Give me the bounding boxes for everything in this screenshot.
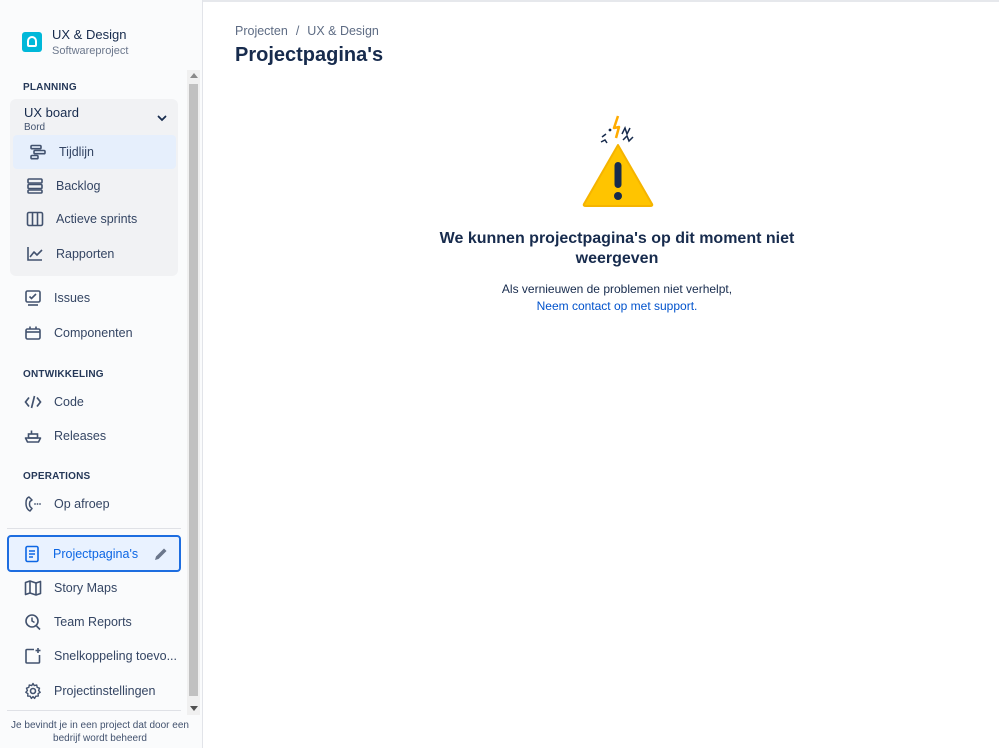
scroll-down-arrow-icon[interactable] — [190, 706, 198, 711]
project-name: UX & Design — [52, 27, 127, 42]
sidebar-divider — [7, 528, 181, 529]
add-shortcut-icon — [22, 645, 44, 667]
sidebar-item-label: Issues — [54, 291, 91, 305]
breadcrumb-item-projecten[interactable]: Projecten — [235, 24, 288, 38]
timeline-icon — [27, 141, 49, 163]
sidebar-item-projectinstellingen[interactable]: Projectinstellingen — [10, 674, 178, 708]
team-report-icon — [22, 611, 44, 633]
sidebar-item-label: Releases — [54, 429, 107, 443]
backlog-icon — [24, 175, 46, 197]
error-text: Als vernieuwen de problemen niet verhelp… — [501, 282, 733, 296]
board-columns-icon — [24, 208, 46, 230]
sidebar-item-tijdlijn[interactable]: Tijdlijn — [13, 135, 176, 169]
sidebar-item-label: Op afroep — [54, 497, 110, 511]
sidebar-item-label: Team Reports — [54, 615, 132, 629]
sidebar-scrollbar[interactable] — [187, 70, 200, 715]
support-line: Neem contact op met support. — [410, 299, 824, 313]
section-planning: PLANNING — [23, 82, 77, 93]
error-title: We kunnen projectpagina's op dit moment … — [439, 230, 795, 267]
sidebar-footer-divider — [7, 710, 181, 711]
chart-line-icon — [24, 243, 46, 265]
page-title: Projectpagina's — [235, 44, 384, 66]
component-icon — [22, 322, 44, 344]
pencil-icon[interactable] — [153, 546, 169, 562]
sidebar-item-snelkoppeling[interactable]: Snelkoppeling toevo... — [10, 639, 178, 673]
scroll-thumb[interactable] — [189, 84, 198, 696]
board-name[interactable]: UX board — [24, 105, 79, 120]
project-header[interactable]: UX & Design Softwareproject — [0, 20, 200, 64]
support-link-suffix: . — [694, 299, 698, 313]
section-operations: OPERATIONS — [23, 471, 91, 482]
managed-project-note: Je bevindt je in een project dat door ee… — [11, 720, 189, 744]
gear-icon — [22, 680, 44, 702]
sidebar-item-label: Rapporten — [56, 247, 115, 261]
breadcrumb-item-project[interactable]: UX & Design — [307, 24, 379, 38]
sidebar-item-projectpaginas[interactable]: Projectpagina's — [7, 535, 181, 572]
phone-icon — [22, 493, 44, 515]
sidebar-item-backlog[interactable]: Backlog — [10, 169, 178, 203]
project-type: Softwareproject — [52, 45, 129, 57]
breadcrumb-separator: / — [295, 24, 300, 38]
sidebar: UX & Design Softwareproject PLANNING UX … — [0, 0, 203, 748]
sidebar-item-label: Projectinstellingen — [54, 684, 156, 698]
scroll-up-arrow-icon[interactable] — [190, 73, 198, 78]
sidebar-item-actieve-sprints[interactable]: Actieve sprints — [10, 202, 178, 236]
sidebar-item-label: Tijdlijn — [59, 145, 94, 159]
ship-icon — [22, 425, 44, 447]
sidebar-item-label: Story Maps — [54, 581, 118, 595]
breadcrumb: Projecten / UX & Design — [235, 24, 379, 38]
sidebar-item-releases[interactable]: Releases — [10, 419, 178, 453]
page-icon — [21, 543, 43, 565]
project-avatar — [22, 32, 42, 52]
sidebar-item-label: Actieve sprints — [56, 212, 138, 226]
sidebar-item-label: Backlog — [56, 179, 101, 193]
warning-icon — [582, 115, 654, 207]
map-icon — [22, 577, 44, 599]
sidebar-item-label: Componenten — [54, 326, 133, 340]
sidebar-item-issues[interactable]: Issues — [10, 281, 178, 315]
sidebar-item-story-maps[interactable]: Story Maps — [10, 571, 178, 605]
chevron-down-icon[interactable] — [156, 112, 168, 124]
sidebar-item-label: Code — [54, 395, 84, 409]
sidebar-item-componenten[interactable]: Componenten — [10, 316, 178, 350]
issues-icon — [22, 287, 44, 309]
sidebar-item-label: Projectpagina's — [53, 546, 139, 561]
section-ontwikkeling: ONTWIKKELING — [23, 369, 104, 380]
sidebar-item-rapporten[interactable]: Rapporten — [10, 237, 178, 271]
sidebar-item-code[interactable]: Code — [10, 385, 178, 419]
contact-support-link[interactable]: Neem contact op met support — [537, 299, 694, 313]
code-icon — [22, 391, 44, 413]
board-subtitle: Bord — [24, 122, 46, 133]
sidebar-item-team-reports[interactable]: Team Reports — [10, 605, 178, 639]
sidebar-item-label: Snelkoppeling toevo... — [54, 649, 178, 663]
sidebar-item-op-afroep[interactable]: Op afroep — [10, 487, 178, 521]
